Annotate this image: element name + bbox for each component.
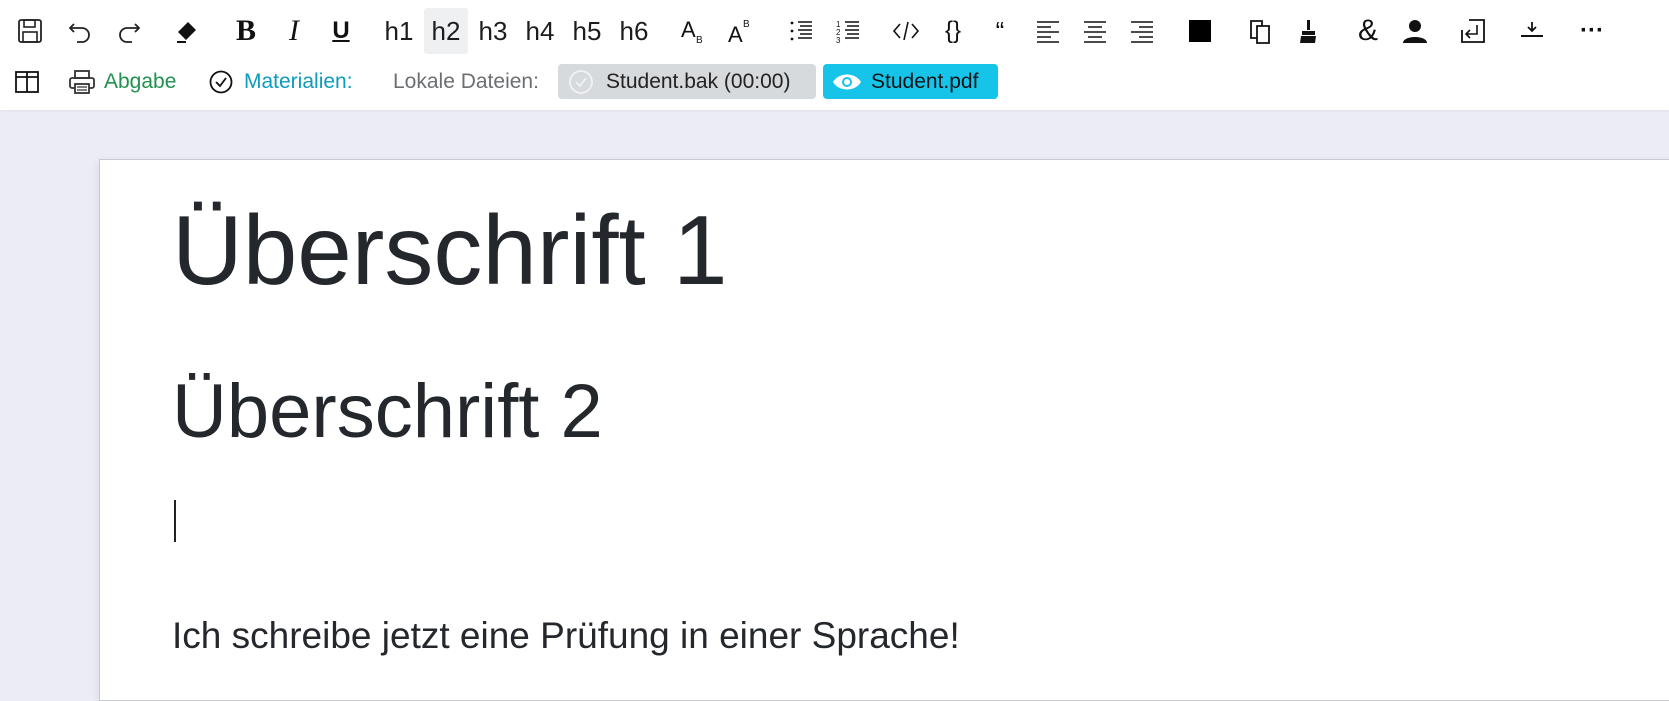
- split-view-icon[interactable]: [14, 62, 46, 102]
- heading-5-button[interactable]: h5: [565, 8, 609, 54]
- redo-icon[interactable]: [111, 8, 147, 54]
- svg-text:A: A: [728, 22, 743, 46]
- heading-2-button[interactable]: h2: [424, 8, 468, 54]
- superscript-icon[interactable]: AB: [723, 8, 759, 54]
- svg-text:3: 3: [836, 36, 841, 44]
- submit-button[interactable]: Abgabe: [68, 62, 176, 102]
- eraser-icon[interactable]: [169, 8, 205, 54]
- align-right-icon[interactable]: [1124, 8, 1160, 54]
- align-left-icon[interactable]: [1030, 8, 1066, 54]
- heading-3-button[interactable]: h3: [471, 8, 515, 54]
- align-center-icon[interactable]: [1077, 8, 1113, 54]
- submit-label: Abgabe: [104, 70, 177, 93]
- ampersand-icon[interactable]: &: [1350, 8, 1386, 54]
- heading-6-button[interactable]: h6: [612, 8, 656, 54]
- text-color-icon[interactable]: [1182, 8, 1218, 54]
- editor-toolbar: B I U h1 h2 h3 h4 h5 h6 AB AB 123 {} “ &…: [0, 0, 1669, 110]
- save-icon[interactable]: [12, 8, 48, 54]
- file-chip-backup[interactable]: Student.bak (00:00): [558, 64, 816, 99]
- bold-icon[interactable]: B: [228, 8, 264, 54]
- quote-icon[interactable]: “: [982, 8, 1018, 54]
- formatting-toolbar: B I U h1 h2 h3 h4 h5 h6 AB AB 123 {} “ &…: [0, 0, 1669, 62]
- local-files-label: Lokale Dateien:: [393, 70, 539, 93]
- file-name: Student.bak (00:00): [606, 69, 791, 93]
- code-icon[interactable]: [888, 8, 924, 54]
- svg-text:B: B: [696, 35, 703, 46]
- text-cursor: [174, 500, 176, 542]
- document-page[interactable]: Überschrift 1 Überschrift 2 Ich schreibe…: [99, 159, 1669, 701]
- printer-icon: [69, 70, 95, 94]
- page-break-icon[interactable]: [1455, 8, 1491, 54]
- user-icon[interactable]: [1397, 8, 1433, 54]
- underline-icon[interactable]: U: [323, 8, 359, 54]
- copy-icon[interactable]: [1242, 8, 1278, 54]
- heading-4-button[interactable]: h4: [518, 8, 562, 54]
- materials-label: Materialien:: [244, 70, 353, 93]
- italic-icon[interactable]: I: [276, 8, 312, 54]
- svg-text:B: B: [743, 19, 750, 30]
- undo-icon[interactable]: [62, 8, 98, 54]
- document-heading-2: Überschrift 2: [172, 369, 603, 454]
- svg-text:A: A: [681, 17, 696, 42]
- document-heading-1: Überschrift 1: [172, 195, 728, 305]
- download-icon[interactable]: [1514, 8, 1550, 54]
- file-name: Student.pdf: [871, 69, 979, 93]
- document-paragraph: Ich schreibe jetzt eine Prüfung in einer…: [172, 615, 960, 656]
- more-options-icon[interactable]: ···: [1572, 8, 1612, 54]
- materials-button[interactable]: Materialien:: [209, 62, 353, 102]
- code-block-icon[interactable]: {}: [935, 8, 971, 54]
- subscript-icon[interactable]: AB: [676, 8, 712, 54]
- bullet-list-icon[interactable]: [783, 8, 819, 54]
- numbered-list-icon[interactable]: 123: [830, 8, 866, 54]
- brush-icon[interactable]: [1290, 8, 1326, 54]
- check-circle-icon: [569, 69, 593, 94]
- check-circle-icon: [209, 70, 233, 94]
- eye-icon: [833, 74, 861, 89]
- file-chip-pdf[interactable]: Student.pdf: [823, 64, 998, 99]
- heading-1-button[interactable]: h1: [377, 8, 421, 54]
